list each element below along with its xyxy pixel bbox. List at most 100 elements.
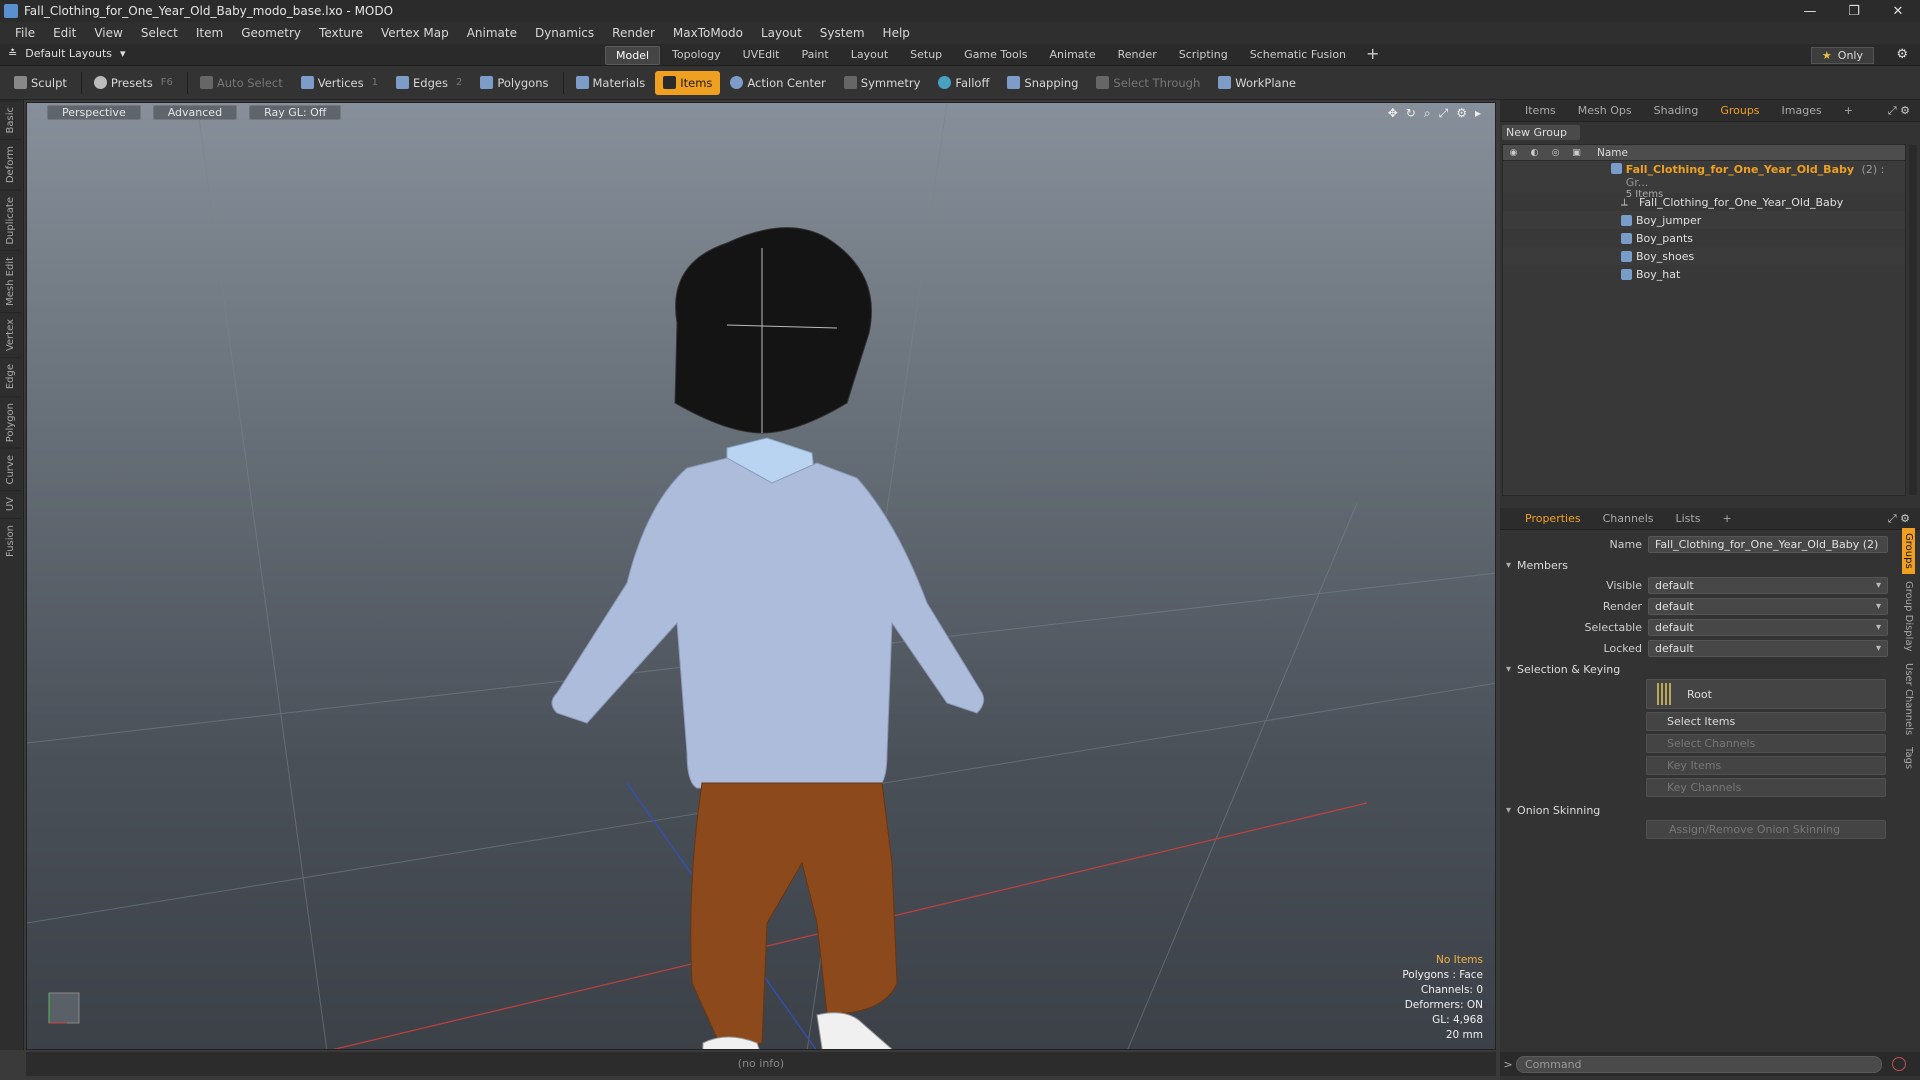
menu-animate[interactable]: Animate — [458, 26, 526, 40]
add-tab-icon[interactable]: + — [1833, 104, 1864, 117]
select-items-button[interactable]: Select Items — [1646, 712, 1886, 731]
menu-maxtomodo[interactable]: MaxToModo — [664, 26, 752, 40]
tab-polygon[interactable]: Polygon — [0, 395, 21, 448]
locked-dropdown[interactable]: default — [1648, 640, 1888, 657]
tab-duplicate[interactable]: Duplicate — [0, 189, 21, 251]
menu-geometry[interactable]: Geometry — [232, 26, 310, 40]
select-through-button[interactable]: Select Through — [1088, 71, 1208, 95]
root-button[interactable]: Root — [1646, 679, 1886, 709]
panel-options-icon[interactable]: ⤢ ⚙ — [1877, 512, 1920, 526]
edges-button[interactable]: Edges 2 — [388, 71, 470, 95]
menu-layout[interactable]: Layout — [752, 26, 811, 40]
tab-uvedit[interactable]: UVEdit — [733, 46, 790, 65]
tab-channels[interactable]: Channels — [1592, 512, 1665, 525]
add-tab-icon[interactable]: + — [1711, 512, 1742, 525]
tab-images[interactable]: Images — [1771, 104, 1833, 117]
members-section[interactable]: Members — [1500, 555, 1920, 575]
falloff-button[interactable]: Falloff — [930, 71, 997, 95]
action-center-button[interactable]: Action Center — [722, 71, 833, 95]
tab-topology[interactable]: Topology — [662, 46, 731, 65]
onion-skinning-section[interactable]: Onion Skinning — [1500, 800, 1920, 820]
tab-group-display[interactable]: Group Display — [1902, 576, 1915, 656]
menu-view[interactable]: View — [85, 26, 131, 40]
selectable-dropdown[interactable]: default — [1648, 619, 1888, 636]
3d-viewport[interactable]: Perspective Advanced Ray GL: Off ✥ ↻ ⌕ ⤢… — [26, 102, 1496, 1050]
materials-button[interactable]: Materials — [568, 71, 654, 95]
items-button[interactable]: Items — [655, 70, 721, 95]
tab-fusion[interactable]: Fusion — [0, 517, 21, 563]
tab-items[interactable]: Items — [1514, 104, 1567, 117]
menu-dynamics[interactable]: Dynamics — [526, 26, 603, 40]
workplane-button[interactable]: WorkPlane — [1210, 71, 1304, 95]
menu-render[interactable]: Render — [603, 26, 664, 40]
auto-select-button[interactable]: Auto Select — [192, 71, 291, 95]
select-col-icon[interactable]: ◎ — [1545, 148, 1566, 158]
tab-setup[interactable]: Setup — [900, 46, 952, 65]
render-dropdown[interactable]: default — [1648, 598, 1888, 615]
presets-button[interactable]: Presets F6 — [86, 71, 181, 95]
select-channels-button[interactable]: Select Channels — [1646, 734, 1886, 753]
shading-advanced-button[interactable]: Advanced — [152, 105, 238, 120]
tab-user-channels[interactable]: User Channels — [1902, 658, 1915, 740]
vertices-button[interactable]: Vertices 1 — [293, 71, 386, 95]
panel-options-icon[interactable]: ⤢ ⚙ — [1877, 104, 1920, 118]
render-icon[interactable]: ◐ — [1524, 148, 1545, 158]
gear-icon[interactable]: ⚙ — [1896, 47, 1908, 62]
tab-schematic-fusion[interactable]: Schematic Fusion — [1240, 46, 1356, 65]
tab-uv[interactable]: UV — [0, 490, 21, 518]
tab-paint[interactable]: Paint — [792, 46, 839, 65]
tab-model[interactable]: Model — [605, 46, 661, 65]
tab-render[interactable]: Render — [1108, 46, 1167, 65]
visible-dropdown[interactable]: default — [1648, 577, 1888, 594]
group-row[interactable]: Fall_Clothing_for_One_Year_Old_Baby (2) … — [1503, 161, 1905, 200]
add-tab-icon[interactable]: + — [1358, 46, 1387, 65]
menu-edit[interactable]: Edit — [44, 26, 85, 40]
tab-game-tools[interactable]: Game Tools — [954, 46, 1037, 65]
menu-item[interactable]: Item — [187, 26, 232, 40]
fit-view-icon[interactable]: ⤢ — [1439, 106, 1449, 121]
menu-select[interactable]: Select — [132, 26, 187, 40]
tab-animate[interactable]: Animate — [1040, 46, 1106, 65]
tab-mesh-ops[interactable]: Mesh Ops — [1567, 104, 1643, 117]
list-item[interactable]: Boy_pants — [1503, 229, 1905, 247]
command-input[interactable]: Command — [1516, 1055, 1882, 1073]
key-channels-button[interactable]: Key Channels — [1646, 778, 1886, 797]
minimize-icon[interactable]: — — [1788, 0, 1832, 22]
rotate-view-icon[interactable]: ↻ — [1406, 106, 1416, 121]
symmetry-button[interactable]: Symmetry — [836, 71, 929, 95]
tab-layout[interactable]: Layout — [841, 46, 898, 65]
tab-shading[interactable]: Shading — [1643, 104, 1710, 117]
close-icon[interactable]: ✕ — [1876, 0, 1920, 22]
menu-texture[interactable]: Texture — [310, 26, 372, 40]
tab-properties[interactable]: Properties — [1514, 512, 1592, 525]
onion-skinning-button[interactable]: Assign/Remove Onion Skinning — [1646, 820, 1886, 839]
raygl-button[interactable]: Ray GL: Off — [249, 105, 342, 120]
tab-lists[interactable]: Lists — [1665, 512, 1712, 525]
record-icon[interactable] — [1892, 1057, 1906, 1071]
tab-groups[interactable]: Groups — [1709, 104, 1770, 117]
tab-basic[interactable]: Basic — [0, 100, 21, 140]
key-items-button[interactable]: Key Items — [1646, 756, 1886, 775]
tab-scripting[interactable]: Scripting — [1169, 46, 1238, 65]
menu-file[interactable]: File — [6, 26, 44, 40]
tab-groups-side[interactable]: Groups — [1902, 528, 1915, 574]
tab-deform[interactable]: Deform — [0, 139, 21, 190]
sculpt-button[interactable]: Sculpt — [6, 71, 75, 95]
snapping-button[interactable]: Snapping — [999, 71, 1086, 95]
restore-icon[interactable]: ❐ — [1832, 0, 1876, 22]
selection-keying-section[interactable]: Selection & Keying — [1500, 659, 1920, 679]
eye-icon[interactable]: ◉ — [1503, 148, 1524, 158]
menu-help[interactable]: Help — [874, 26, 919, 40]
list-item[interactable]: Boy_jumper — [1503, 211, 1905, 229]
name-field[interactable]: Fall_Clothing_for_One_Year_Old_Baby (2) — [1648, 536, 1888, 553]
tab-mesh-edit[interactable]: Mesh Edit — [0, 250, 21, 313]
polygons-button[interactable]: Polygons — [472, 71, 556, 95]
groups-scrollbar[interactable] — [1909, 145, 1917, 495]
only-toggle[interactable]: ★ Only — [1810, 47, 1874, 64]
viewport-settings-icon[interactable]: ⚙ — [1456, 106, 1467, 121]
menu-system[interactable]: System — [811, 26, 874, 40]
tab-edge[interactable]: Edge — [0, 357, 21, 396]
menu-vertex-map[interactable]: Vertex Map — [372, 26, 458, 40]
lock-icon[interactable]: ▣ — [1566, 148, 1587, 158]
tab-vertex[interactable]: Vertex — [0, 312, 21, 358]
